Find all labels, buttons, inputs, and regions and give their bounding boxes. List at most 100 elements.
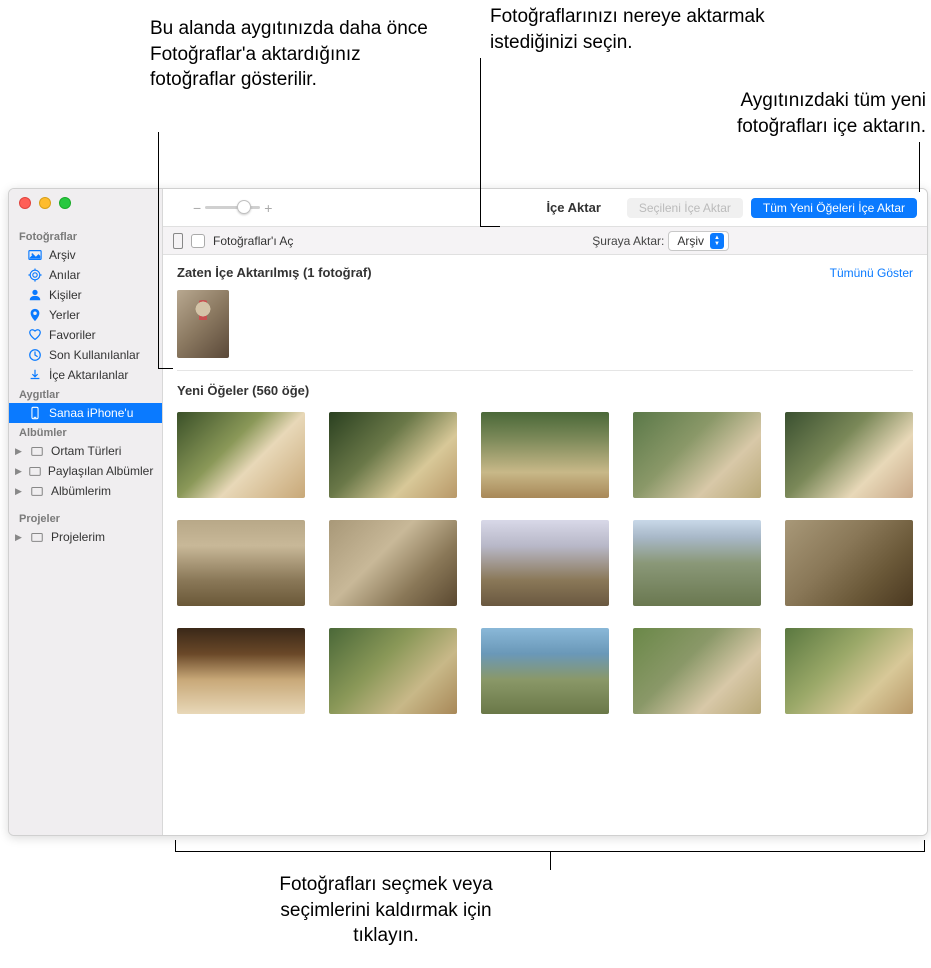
import-icon (27, 368, 43, 382)
already-imported-header: Zaten İçe Aktarılmış (1 fotoğraf) Tümünü… (177, 265, 913, 280)
zoom-in-icon: + (264, 200, 272, 216)
sidebar-label: Ortam Türleri (51, 444, 152, 458)
chevron-right-icon: ▶ (15, 486, 23, 497)
callout-already-imported: Bu alanda aygıtınızda daha önce Fotoğraf… (150, 16, 450, 93)
chevron-right-icon: ▶ (15, 466, 22, 477)
sidebar-label: Yerler (49, 308, 152, 322)
sidebar-item-recents[interactable]: Son Kullanılanlar (9, 345, 162, 365)
sidebar-label: Sanaa iPhone'u (49, 406, 152, 420)
sidebar-label: Kişiler (49, 288, 152, 302)
photo-thumbnail[interactable] (329, 628, 457, 714)
sidebar-section-projects: Projeler (9, 509, 162, 527)
photo-thumbnail[interactable] (633, 412, 761, 498)
callout-line (550, 852, 551, 870)
import-selected-button[interactable]: Seçileni İçe Aktar (627, 198, 743, 218)
sidebar-section-photos: Fotoğraflar (9, 227, 162, 245)
sidebar-item-imports[interactable]: İçe Aktarılanlar (9, 365, 162, 385)
sidebar-item-media-types[interactable]: ▶ Ortam Türleri (9, 441, 162, 461)
bracket-line (175, 840, 925, 852)
iphone-icon (27, 406, 43, 420)
sidebar-item-memories[interactable]: Anılar (9, 265, 162, 285)
chevron-right-icon: ▶ (15, 532, 23, 543)
folder-icon (28, 464, 42, 478)
callout-line (158, 132, 159, 368)
people-icon (27, 288, 43, 302)
sidebar-label: Projelerim (51, 530, 152, 544)
sidebar-item-places[interactable]: Yerler (9, 305, 162, 325)
slider-thumb[interactable] (237, 200, 251, 214)
places-icon (27, 308, 43, 322)
photo-thumbnail[interactable] (177, 520, 305, 606)
sidebar-item-shared-albums[interactable]: ▶ Paylaşılan Albümler (9, 461, 162, 481)
sidebar-label: Albümlerim (51, 484, 152, 498)
sidebar-item-favorites[interactable]: Favoriler (9, 325, 162, 345)
dropdown-arrows-icon: ▲▼ (710, 233, 724, 249)
zoom-out-icon: − (193, 200, 201, 216)
callout-select-photos: Fotoğrafları seçmek veya seçimlerini kal… (246, 872, 526, 949)
content-area: Zaten İçe Aktarılmış (1 fotoğraf) Tümünü… (163, 255, 927, 835)
photo-thumbnail[interactable] (177, 628, 305, 714)
sidebar-label: Paylaşılan Albümler (48, 464, 153, 478)
new-items-title: Yeni Öğeler (560 öğe) (177, 383, 913, 398)
sidebar-label: Arşiv (49, 248, 152, 262)
sidebar-label: İçe Aktarılanlar (49, 368, 152, 382)
fullscreen-window-button[interactable] (59, 197, 71, 209)
photo-thumbnail[interactable] (481, 412, 609, 498)
photos-app-window: Fotoğraflar Arşiv Anılar Kişiler Yerler … (8, 188, 928, 836)
callout-import-all: Aygıtınızdaki tüm yeni fotoğrafları içe … (676, 88, 926, 139)
open-photos-checkbox[interactable] (191, 234, 205, 248)
sidebar-label: Anılar (49, 268, 152, 282)
folder-icon (29, 530, 45, 544)
new-items-grid (177, 412, 913, 714)
callout-line (919, 142, 920, 192)
show-all-link[interactable]: Tümünü Göster (830, 266, 913, 280)
photo-thumbnail[interactable] (785, 628, 913, 714)
sidebar-label: Favoriler (49, 328, 152, 342)
photo-thumbnail[interactable] (785, 520, 913, 606)
photo-thumbnail[interactable] (329, 412, 457, 498)
dropdown-value: Arşiv (677, 234, 704, 248)
open-photos-label: Fotoğraflar'ı Aç (213, 234, 293, 248)
callout-line (480, 226, 500, 227)
photo-thumbnail[interactable] (633, 628, 761, 714)
sidebar-item-my-albums[interactable]: ▶ Albümlerim (9, 481, 162, 501)
import-to-select[interactable]: Arşiv ▲▼ (668, 231, 729, 251)
callout-line (158, 368, 173, 369)
photo-thumbnail[interactable] (329, 520, 457, 606)
slider-track[interactable] (205, 206, 260, 209)
window-controls (19, 197, 71, 209)
photo-thumbnail[interactable] (177, 412, 305, 498)
photo-thumbnail[interactable] (481, 520, 609, 606)
folder-icon (29, 444, 45, 458)
close-window-button[interactable] (19, 197, 31, 209)
minimize-window-button[interactable] (39, 197, 51, 209)
sidebar-item-device[interactable]: Sanaa iPhone'u (9, 403, 162, 423)
folder-icon (29, 484, 45, 498)
photo-thumbnail[interactable] (633, 520, 761, 606)
sidebar-item-library[interactable]: Arşiv (9, 245, 162, 265)
import-to-label: Şuraya Aktar: (592, 234, 664, 248)
callout-line (480, 58, 481, 226)
import-all-new-button[interactable]: Tüm Yeni Öğeleri İçe Aktar (751, 198, 917, 218)
already-imported-title: Zaten İçe Aktarılmış (1 fotoğraf) (177, 265, 372, 280)
sidebar: Fotoğraflar Arşiv Anılar Kişiler Yerler … (9, 189, 163, 835)
import-options-bar: Fotoğraflar'ı Aç Şuraya Aktar: Arşiv ▲▼ (163, 227, 927, 255)
sidebar-item-people[interactable]: Kişiler (9, 285, 162, 305)
photo-thumbnail[interactable] (177, 290, 229, 358)
photo-thumbnail[interactable] (785, 412, 913, 498)
main-content: − + İçe Aktar Seçileni İçe Aktar Tüm Yen… (163, 189, 927, 835)
clock-icon (27, 348, 43, 362)
sidebar-section-albums: Albümler (9, 423, 162, 441)
sidebar-label: Son Kullanılanlar (49, 348, 152, 362)
photo-thumbnail[interactable] (481, 628, 609, 714)
page-title: İçe Aktar (546, 200, 600, 215)
sidebar-item-my-projects[interactable]: ▶ Projelerim (9, 527, 162, 547)
memories-icon (27, 268, 43, 282)
sidebar-section-devices: Aygıtlar (9, 385, 162, 403)
zoom-slider[interactable]: − + (193, 200, 272, 216)
already-imported-row (177, 290, 913, 371)
heart-icon (27, 328, 43, 342)
chevron-right-icon: ▶ (15, 446, 23, 457)
toolbar: − + İçe Aktar Seçileni İçe Aktar Tüm Yen… (163, 189, 927, 227)
library-icon (27, 248, 43, 262)
